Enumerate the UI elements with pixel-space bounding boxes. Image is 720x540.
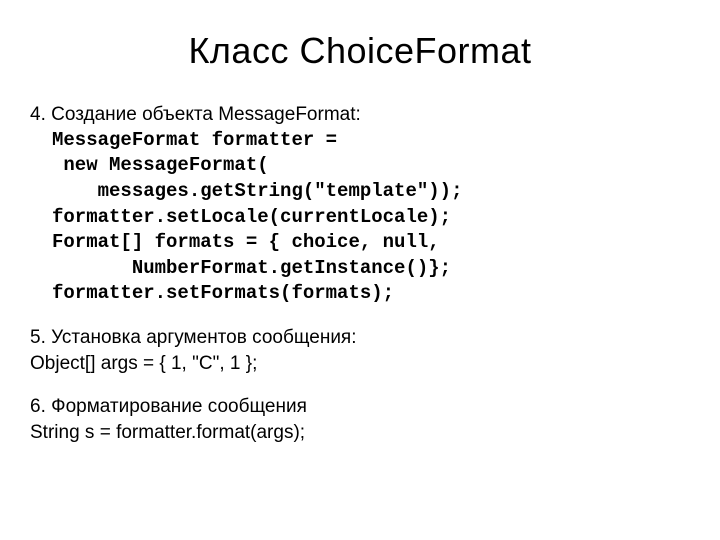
section-4-code: MessageFormat formatter = new MessageFor… bbox=[52, 128, 690, 307]
spacer bbox=[30, 376, 690, 394]
slide: Класс ChoiceFormat 4. Создание объекта M… bbox=[0, 0, 720, 540]
slide-content: 4. Создание объекта MessageFormat: Messa… bbox=[30, 102, 690, 446]
section-6-line: String s = formatter.format(args); bbox=[30, 420, 690, 446]
section-6-header: 6. Форматирование сообщения bbox=[30, 394, 690, 420]
spacer bbox=[30, 307, 690, 325]
section-5-header: 5. Установка аргументов сообщения: bbox=[30, 325, 690, 351]
slide-title: Класс ChoiceFormat bbox=[30, 30, 690, 72]
section-4-header: 4. Создание объекта MessageFormat: bbox=[30, 102, 690, 128]
section-5-line: Object[] args = { 1, "C", 1 }; bbox=[30, 351, 690, 377]
